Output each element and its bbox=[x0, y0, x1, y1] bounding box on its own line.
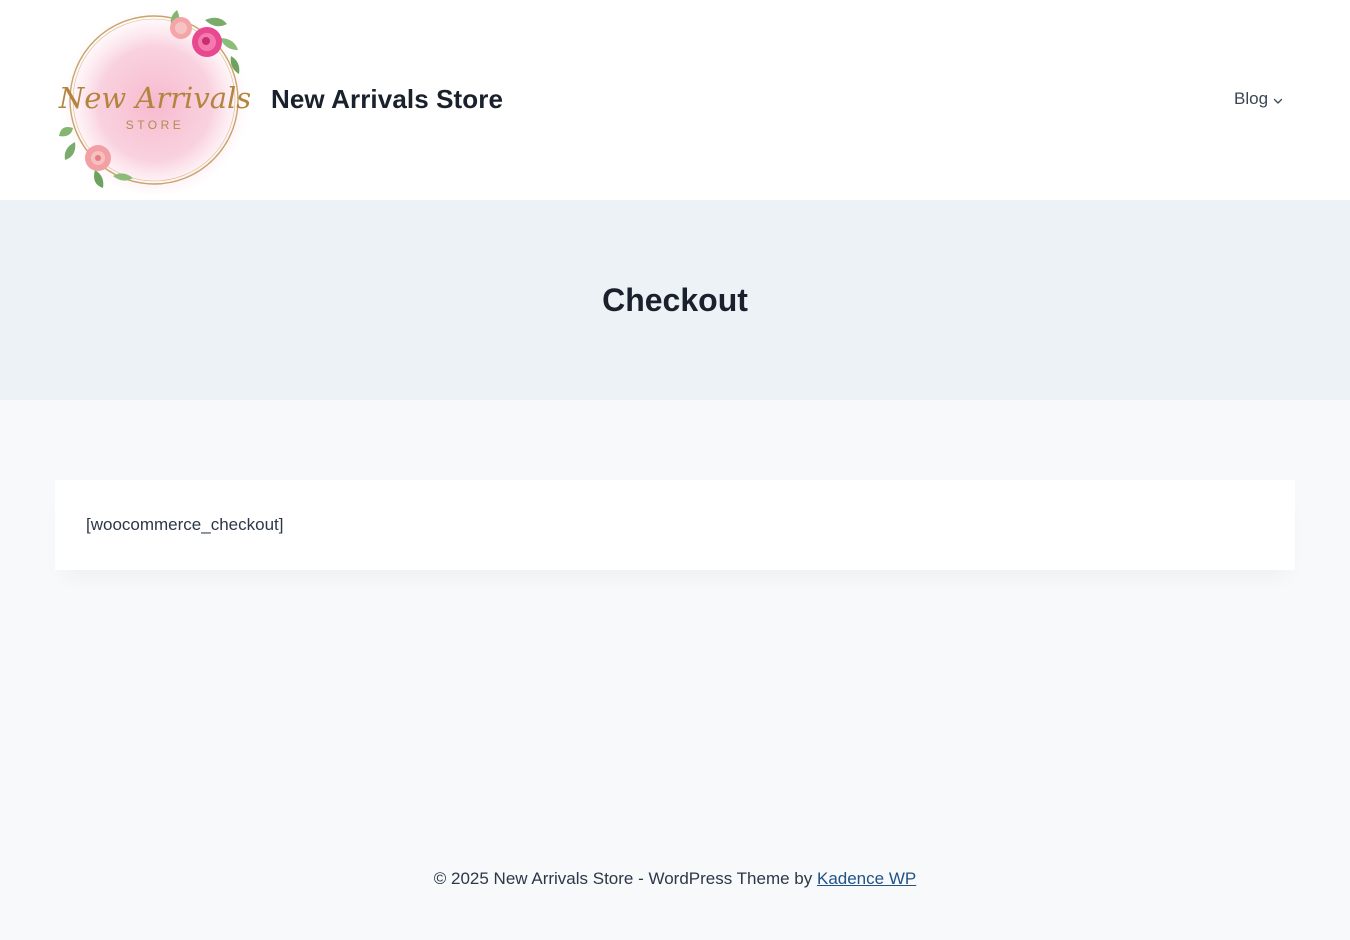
content-card: [woocommerce_checkout] bbox=[55, 480, 1295, 570]
site-header: New Arrivals STORE New Arrivals Store Bl… bbox=[0, 0, 1350, 200]
nav-item-blog-label: Blog bbox=[1234, 89, 1269, 108]
floral-wreath-logo-icon: New Arrivals STORE bbox=[58, 5, 251, 195]
chevron-down-icon bbox=[1273, 98, 1283, 104]
footer-theme-link[interactable]: Kadence WP bbox=[817, 869, 916, 888]
logo-store-text: STORE bbox=[126, 118, 185, 132]
site-logo-link[interactable]: New Arrivals STORE bbox=[55, 0, 255, 196]
site-footer: © 2025 New Arrivals Store - WordPress Th… bbox=[0, 868, 1350, 890]
shortcode-text: [woocommerce_checkout] bbox=[86, 515, 284, 534]
page-title: Checkout bbox=[602, 282, 748, 318]
logo-script-text: New Arrivals bbox=[58, 81, 251, 115]
footer-copyright: © 2025 New Arrivals Store - WordPress Th… bbox=[433, 869, 817, 888]
nav-item-blog[interactable]: Blog bbox=[1234, 88, 1283, 110]
site-title-link[interactable]: New Arrivals Store bbox=[271, 82, 503, 116]
